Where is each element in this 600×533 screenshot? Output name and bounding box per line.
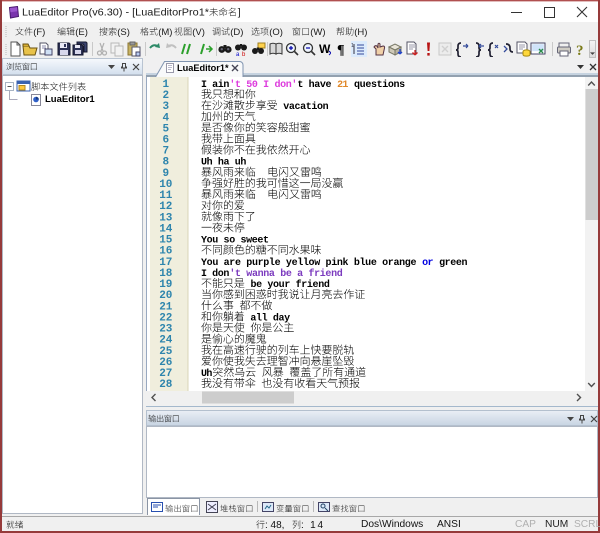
svg-text:LuaEditor Pro(v6.30) - [LuaEdi: LuaEditor Pro(v6.30) - [LuaEditorPro1*: [22, 8, 209, 19]
svg-text:(H): (H): [354, 27, 367, 38]
svg-text:W: W: [319, 42, 331, 56]
svg-text:be your friend: be your friend: [245, 279, 330, 291]
svg-text:(V): (V): [192, 27, 205, 38]
svg-text:(E): (E): [75, 27, 88, 38]
svg-text:'t wanna be a friend: 't wanna be a friend: [229, 268, 342, 280]
svg-text:b: b: [242, 52, 246, 57]
svg-text:(F): (F): [33, 27, 45, 38]
svg-text:You are purple yellow pink blu: You are purple yellow pink blue orange: [201, 257, 422, 269]
svg-text:You so sweet: You so sweet: [201, 236, 269, 247]
svg-text:'t 50 I don': 't 50 I don': [229, 79, 297, 91]
svg-text:a: a: [236, 52, 240, 57]
svg-text:Uh: Uh: [201, 368, 212, 380]
svg-text:: 48,: : 48,: [265, 520, 287, 531]
svg-text:(W): (W): [310, 27, 325, 38]
svg-text:(M): (M): [158, 27, 172, 38]
svg-text:]: ]: [238, 8, 241, 19]
svg-text:¶: ¶: [337, 43, 345, 57]
svg-text:(D): (D): [230, 27, 243, 38]
svg-text:?: ?: [576, 43, 584, 57]
svg-text:8: 8: [162, 157, 169, 169]
svg-text:28: 28: [159, 379, 173, 391]
svg-text:18: 18: [159, 268, 173, 280]
svg-text:21: 21: [337, 80, 348, 91]
svg-text:I don: I don: [201, 268, 229, 280]
svg-text:questions: questions: [348, 79, 405, 91]
svg-text:13: 13: [159, 212, 173, 224]
svg-text:3: 3: [162, 101, 169, 113]
svg-text:(S): (S): [117, 27, 130, 38]
svg-text:: 14: : 14: [301, 520, 323, 531]
svg-text:all day: all day: [245, 312, 290, 324]
svg-text:vacation: vacation: [278, 101, 329, 113]
svg-text:t have: t have: [297, 79, 337, 91]
svg-text:I ain: I ain: [201, 79, 229, 91]
svg-text:green: green: [433, 258, 467, 269]
svg-text:(O): (O): [269, 27, 283, 38]
svg-text:1: 1: [351, 43, 354, 49]
svg-text:23: 23: [159, 324, 173, 336]
svg-text:or: or: [422, 258, 433, 269]
